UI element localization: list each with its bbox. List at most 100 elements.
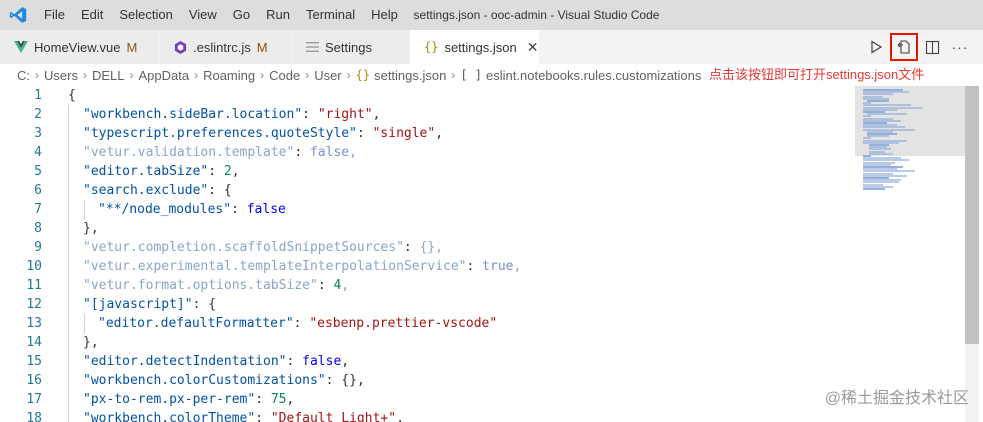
json-comma: , (356, 373, 365, 388)
menu-bar: File Edit Selection View Go Run Terminal Help (36, 0, 406, 30)
chevron-right-icon: › (305, 68, 310, 82)
close-icon[interactable]: ✕ (527, 39, 539, 56)
code-text: "vetur.completion.scaffoldSnippetSources… (83, 240, 444, 255)
json-comma: , (286, 392, 295, 407)
menu-item-go[interactable]: Go (225, 0, 258, 30)
json-value: { (223, 183, 232, 198)
line-number: 18 (26, 411, 42, 422)
menu-item-view[interactable]: View (181, 0, 225, 30)
breadcrumb-item[interactable]: User (314, 68, 341, 83)
breadcrumb-item[interactable]: Roaming (203, 68, 255, 83)
line-number: 3 (34, 126, 42, 141)
tab-settings[interactable]: Settings (292, 30, 410, 64)
code-text: "workbench.colorTheme": "Default Light+"… (83, 409, 404, 422)
code-text: "**/node_modules": false (98, 202, 286, 217)
json-value: false (246, 202, 286, 217)
watermark: @稀土掘金技术社区 (824, 390, 969, 407)
code-text: "editor.defaultFormatter": "esbenp.prett… (98, 316, 498, 331)
editor-tab-bar: HomeView.vue M .eslintrc.js M Settings {… (0, 30, 983, 64)
line-number: 12 (26, 297, 42, 312)
breadcrumb-item[interactable]: DELL (92, 68, 125, 83)
line-number: 17 (26, 392, 42, 407)
menu-item-run[interactable]: Run (258, 0, 298, 30)
json-comma: , (396, 411, 404, 422)
code-line: 8}, (0, 219, 855, 238)
indent-guide (84, 200, 85, 219)
editor-actions: ··· (863, 30, 983, 64)
breadcrumb-item[interactable]: Users (44, 68, 78, 83)
tab-eslintrc-js[interactable]: .eslintrc.js M (160, 30, 292, 64)
code-punctuation: { (68, 88, 76, 103)
scrollbar-thumb[interactable] (965, 86, 979, 344)
json-comma: , (435, 126, 444, 141)
breadcrumb-item[interactable]: settings.json (374, 68, 446, 83)
menu-item-file[interactable]: File (36, 0, 73, 30)
breadcrumb-item[interactable]: AppData (138, 68, 189, 83)
line-number: 7 (34, 202, 42, 217)
line-number: 15 (26, 354, 42, 369)
code-text: "vetur.validation.template": false, (83, 145, 357, 160)
json-value: "right" (317, 107, 373, 122)
code-text: "search.exclude": { (83, 183, 232, 198)
json-comma: , (435, 240, 444, 255)
breadcrumb-item[interactable]: C: (17, 68, 30, 83)
line-number: 8 (34, 221, 42, 236)
json-value: {} (419, 240, 436, 255)
tab-homeview-vue[interactable]: HomeView.vue M (0, 30, 160, 64)
code-line: 13 "editor.defaultFormatter": "esbenp.pre… (0, 314, 855, 333)
tab-label: settings.json (444, 39, 517, 55)
json-key: "workbench.colorTheme" (83, 411, 256, 422)
modified-badge: M (256, 39, 268, 55)
vue-icon (14, 41, 28, 53)
line-number: 9 (34, 240, 42, 255)
code-editor[interactable]: 1 {2 "workbench.sideBar.location": "right"… (0, 86, 983, 422)
tab-settings-json[interactable]: {} settings.json ✕ (410, 30, 540, 64)
json-value: {} (341, 373, 357, 388)
json-value: false (302, 354, 342, 369)
settings-lines-icon (306, 41, 319, 53)
json-key: "[javascript]" (83, 297, 193, 312)
code-line: 3 "typescript.preferences.quoteStyle": "s… (0, 124, 855, 143)
code-line: 5 "editor.tabSize": 2, (0, 162, 855, 181)
code-line: 2 "workbench.sideBar.location": "right", (0, 105, 855, 124)
modified-badge: M (126, 39, 138, 55)
line-number: 14 (26, 335, 42, 350)
split-editor-icon[interactable] (919, 34, 945, 60)
chevron-right-icon: › (346, 68, 351, 82)
breadcrumb-item[interactable]: eslint.notebooks.rules.customizations (486, 68, 701, 83)
json-value: "single" (372, 126, 436, 141)
code-line: 6 "search.exclude": { (0, 181, 855, 200)
menu-item-selection[interactable]: Selection (111, 0, 180, 30)
line-number: 11 (26, 278, 42, 293)
code-text: "typescript.preferences.quoteStyle": "si… (83, 126, 444, 141)
menu-item-terminal[interactable]: Terminal (298, 0, 363, 30)
json-comma: , (341, 354, 350, 369)
chevron-right-icon: › (129, 68, 134, 82)
more-actions-icon[interactable]: ··· (947, 34, 973, 60)
json-comma: , (341, 278, 350, 293)
annotation-text: 点击该按钮即可打开settings.json文件 (709, 67, 925, 82)
minimap-line (863, 188, 885, 190)
open-settings-json-button[interactable] (890, 33, 918, 61)
code-line: 11 "vetur.format.options.tabSize": 4, (0, 276, 855, 295)
minimap[interactable] (855, 86, 965, 422)
line-number: 5 (34, 164, 42, 179)
code-text: "editor.tabSize": 2, (83, 164, 240, 179)
run-icon[interactable] (863, 34, 889, 60)
chevron-right-icon: › (35, 68, 39, 82)
menu-item-help[interactable]: Help (363, 0, 406, 30)
menu-item-edit[interactable]: Edit (73, 0, 111, 30)
vertical-scrollbar[interactable] (965, 86, 979, 422)
code-text: }, (83, 219, 99, 238)
json-key: "vetur.format.options.tabSize" (83, 278, 318, 293)
line-number: 1 (34, 88, 42, 103)
eslint-icon (174, 40, 187, 54)
indent-guide (68, 105, 69, 422)
code-line: 9 "vetur.completion.scaffoldSnippetSource… (0, 238, 855, 257)
json-key: "vetur.validation.template" (83, 145, 295, 160)
vscode-logo-icon[interactable] (0, 0, 36, 30)
json-value: false (309, 145, 350, 160)
line-number: 4 (34, 145, 42, 160)
line-number: 13 (26, 316, 42, 331)
breadcrumb-item[interactable]: Code (269, 68, 300, 83)
